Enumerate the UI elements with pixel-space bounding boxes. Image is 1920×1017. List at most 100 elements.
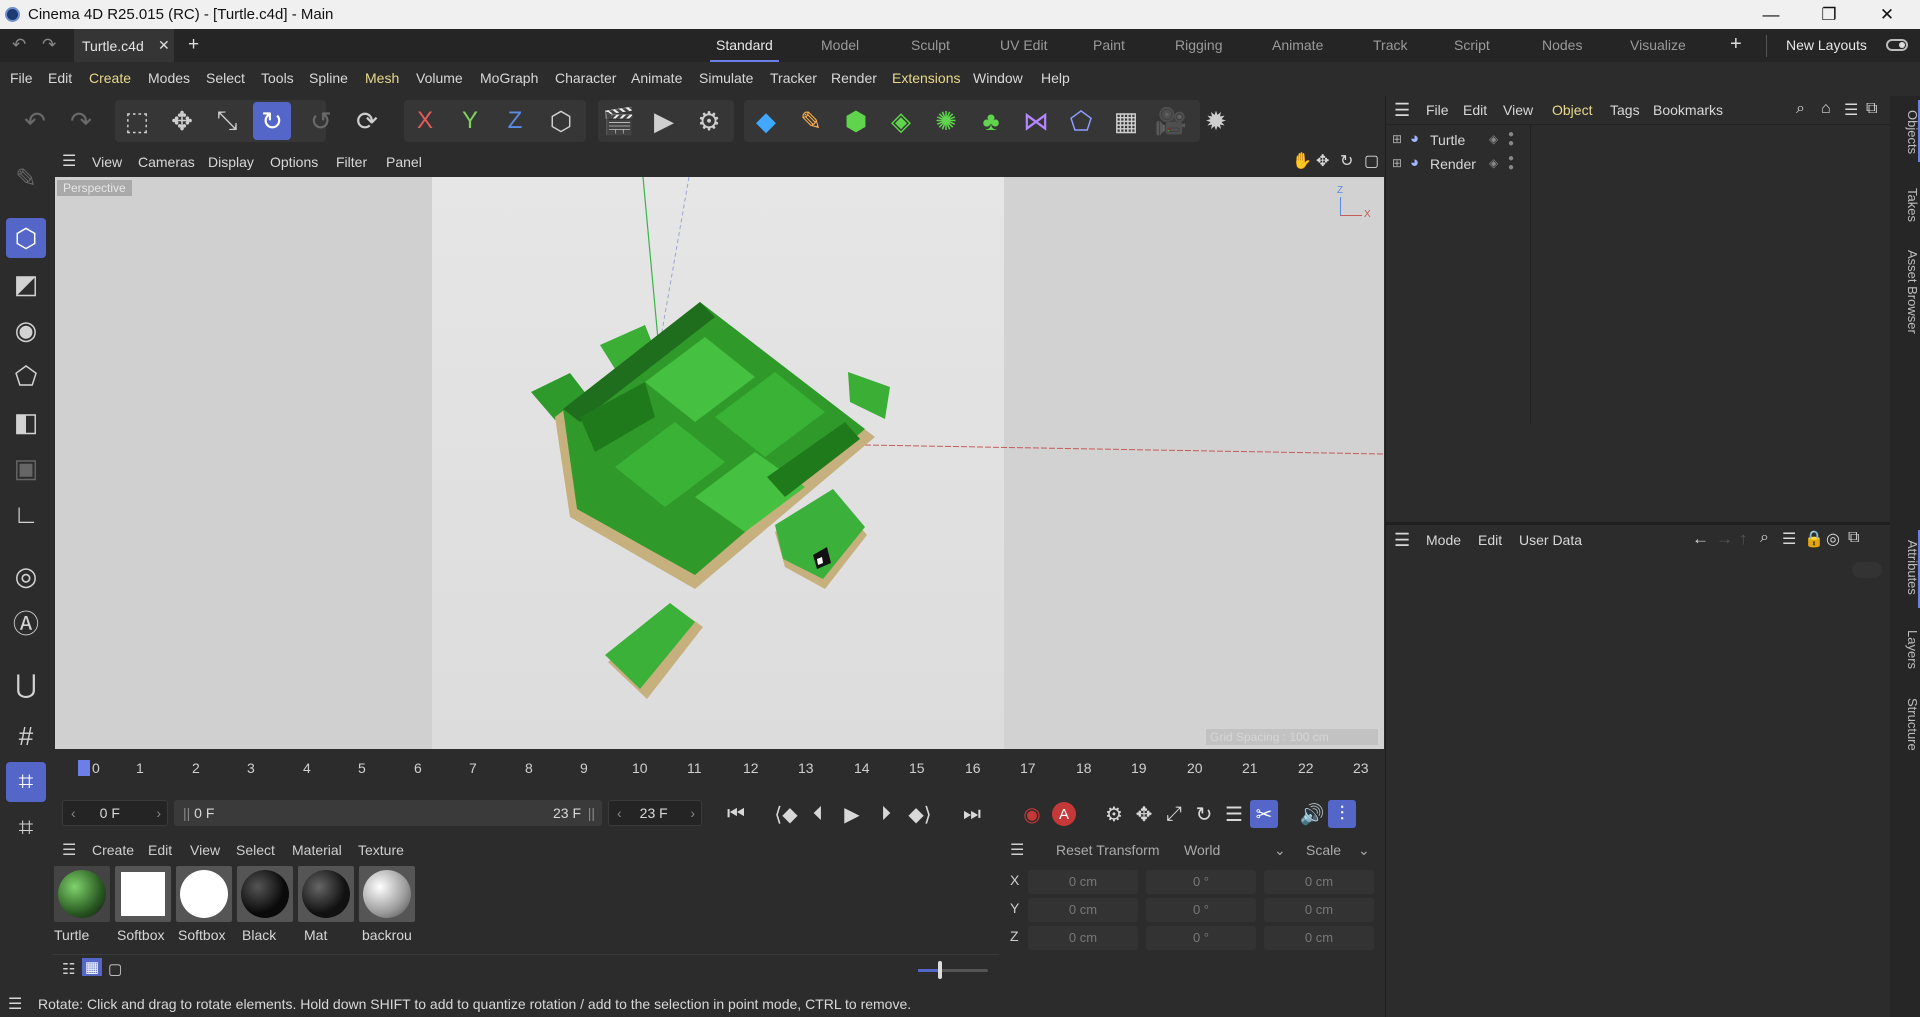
sds-icon[interactable]: Ⓐ [6,602,46,642]
attr-filter-icon[interactable]: ☰ [1782,529,1796,549]
snap-icon[interactable]: ⋃ [6,664,46,704]
material-menu-texture[interactable]: Texture [358,842,404,858]
material-turtle[interactable] [54,866,110,922]
coordinate-system-icon[interactable]: ⬡ [542,102,580,140]
menu-mesh[interactable]: Mesh [365,70,399,86]
lock-icon[interactable]: 🔒 [1804,529,1824,549]
timeline-mode-icon[interactable]: ⫶ [1328,800,1356,828]
rotate-alt-icon[interactable]: ⟳ [348,102,386,140]
menu-help[interactable]: Help [1041,70,1070,86]
render-settings-icon[interactable]: ⚙ [690,102,728,140]
object-row-render[interactable]: ⊞ ◕ Render ◈ ● ● [1390,154,1525,176]
tab-uv-edit[interactable]: UV Edit [1000,37,1047,53]
filter-icon[interactable]: ☰ [1844,100,1858,120]
3d-viewport[interactable]: Perspective Z X Grid Spacing : 100 cm [55,177,1384,749]
autokey-icon[interactable]: A [1052,802,1076,826]
objects-hamburger-icon[interactable]: ☰ [1394,100,1410,121]
solo-icon[interactable]: ◎ [6,556,46,596]
objects-menu-tags[interactable]: Tags [1610,102,1640,118]
reset-transform-button[interactable]: Reset Transform [1056,842,1159,858]
redo-history-icon[interactable]: ↷ [42,35,56,55]
objects-menu-view[interactable]: View [1503,102,1533,118]
prev-key-icon[interactable]: ⟨◆ [772,800,800,828]
mograph-icon[interactable]: ♣ [972,102,1010,140]
side-tab-asset-browser[interactable]: Asset Browser [1890,250,1920,334]
key-pla-icon[interactable]: ✂ [1250,800,1278,828]
menu-simulate[interactable]: Simulate [699,70,753,86]
panel-divider[interactable] [1386,522,1891,525]
menu-modes[interactable]: Modes [148,70,190,86]
menu-window[interactable]: Window [973,70,1023,86]
playhead[interactable] [78,760,90,776]
points-mode-icon[interactable]: ◉ [6,310,46,350]
move-view-icon[interactable]: ✥ [1316,151,1329,171]
attr-search-icon[interactable]: ⌕ [1760,529,1769,547]
position-x-field[interactable]: 0 cm [1028,870,1138,894]
large-view-icon[interactable]: ▢ [108,960,122,978]
forward-arrow-icon[interactable]: → [1716,529,1733,549]
edges-mode-icon[interactable]: ⬠ [6,356,46,396]
scale-x-field[interactable]: 0 cm [1264,870,1374,894]
up-arrow-icon[interactable]: ↑ [1739,529,1748,549]
scale-icon[interactable]: ⤡ [208,102,246,140]
add-layout-icon[interactable]: + [1730,33,1742,56]
viewport-menu-display[interactable]: Display [208,154,254,170]
texture-mode-icon[interactable]: ◩ [6,264,46,304]
close-window-button[interactable]: ✕ [1864,0,1910,29]
objects-menu-object[interactable]: Object [1552,102,1592,118]
prev-frame-icon[interactable]: ⏴ [804,800,832,828]
workplane-lock-icon[interactable]: ⌗ [6,762,46,802]
timeline-ruler[interactable]: 0 1 2 3 4 5 6 7 8 9 10 11 12 13 14 15 16… [52,752,1385,784]
tab-nodes[interactable]: Nodes [1542,37,1582,53]
menu-mograph[interactable]: MoGraph [480,70,538,86]
viewport-menu-filter[interactable]: Filter [336,154,367,170]
home-icon[interactable]: ⌂ [1821,100,1831,118]
position-z-field[interactable]: 0 cm [1028,926,1138,950]
deformer-icon[interactable]: ⋈ [1017,102,1055,140]
menu-volume[interactable]: Volume [416,70,463,86]
render-view-icon[interactable]: ▶ [645,102,683,140]
attr-new-window-icon[interactable]: ⧉ [1848,529,1859,547]
side-tab-attributes[interactable]: Attributes [1890,540,1920,595]
undo-icon[interactable]: ↶ [16,102,54,140]
tab-model[interactable]: Model [821,37,859,53]
align-workplane-icon[interactable]: ⌗ [6,808,46,848]
new-window-icon[interactable]: ⧉ [1866,100,1877,118]
objects-menu-bookmarks[interactable]: Bookmarks [1653,102,1723,118]
key-parameter-icon[interactable]: ☰ [1220,800,1248,828]
go-to-end-icon[interactable]: ⏭ [958,800,986,828]
tab-animate[interactable]: Animate [1272,37,1323,53]
axis-mode-icon[interactable]: ∟ [6,494,46,534]
rotate-icon[interactable]: ↻ [253,102,291,140]
menu-edit[interactable]: Edit [48,70,72,86]
menu-create[interactable]: Create [89,70,131,86]
menu-tracker[interactable]: Tracker [770,70,817,86]
menu-animate[interactable]: Animate [631,70,682,86]
tab-standard[interactable]: Standard [710,37,779,62]
close-tab-icon[interactable]: ✕ [158,37,170,54]
floor-icon[interactable]: ▦ [1107,102,1145,140]
tab-paint[interactable]: Paint [1093,37,1125,53]
thumbnail-size-handle[interactable] [938,961,942,979]
back-arrow-icon[interactable]: ← [1692,529,1709,549]
chevron-down-icon[interactable]: ⌄ [1358,842,1370,859]
material-hamburger-icon[interactable]: ☰ [62,840,76,860]
record-icon[interactable]: ◉ [1018,800,1046,828]
live-selection-icon[interactable]: ⬚ [118,102,156,140]
material-menu-select[interactable]: Select [236,842,275,858]
side-tab-takes[interactable]: Takes [1890,188,1920,222]
material-softbox-2[interactable] [176,866,232,922]
material-softbox-1[interactable] [115,866,171,922]
attributes-hamburger-icon[interactable]: ☰ [1394,530,1410,551]
tab-rigging[interactable]: Rigging [1175,37,1222,53]
subdivision-icon[interactable]: ⬢ [837,102,875,140]
model-mode-icon[interactable]: ⬡ [6,218,46,258]
z-axis-lock-icon[interactable]: Z [496,102,534,140]
coordinate-mode-dropdown[interactable]: Scale [1306,842,1341,858]
position-y-field[interactable]: 0 cm [1028,898,1138,922]
sound-icon[interactable]: 🔊 [1298,800,1326,828]
make-editable-icon[interactable]: ✎ [6,158,46,198]
viewport-menu-options[interactable]: Options [270,154,318,170]
extrude-icon[interactable]: ◈ [882,102,920,140]
rotation-x-field[interactable]: 0 ° [1146,870,1256,894]
